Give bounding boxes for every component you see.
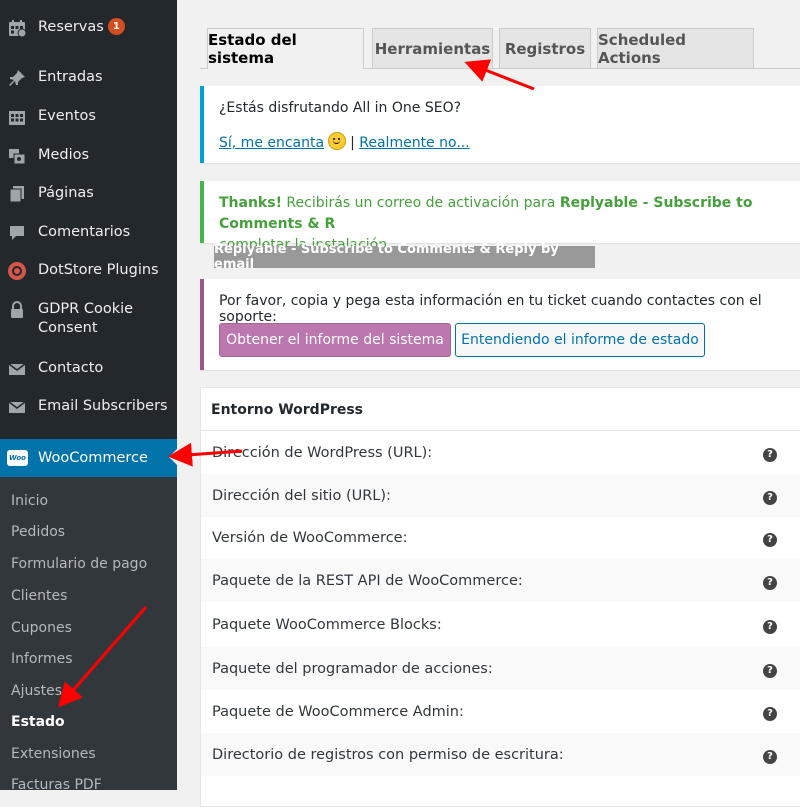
row-label: Dirección del sitio (URL): xyxy=(212,488,391,504)
table-row: Dirección del sitio (URL): ? xyxy=(201,474,800,517)
calendar-grid-icon xyxy=(7,107,27,127)
thanks-strong: Thanks! xyxy=(219,195,282,211)
submenu-item-clientes[interactable]: Clientes xyxy=(11,587,67,605)
sidebar-item-contacto[interactable]: Contacto xyxy=(0,359,177,379)
link-separator: | xyxy=(350,135,355,151)
active-menu-pointer xyxy=(169,449,177,465)
notice-question: ¿Estás disfrutando All in One SEO? xyxy=(219,100,462,116)
sidebar-item-label: Reservas xyxy=(38,19,104,35)
help-icon[interactable]: ? xyxy=(763,491,777,505)
table-row: Paquete WooCommerce Blocks: ? xyxy=(201,603,800,646)
sidebar-item-comentarios[interactable]: Comentarios xyxy=(0,223,177,243)
table-row: Versión de WooCommerce: ? xyxy=(201,516,800,559)
dotstore-icon xyxy=(7,261,27,281)
submenu-item-inicio[interactable]: Inicio xyxy=(11,492,48,510)
row-label: Paquete del programador de acciones: xyxy=(212,661,493,677)
help-icon[interactable]: ? xyxy=(763,750,777,764)
mail-icon xyxy=(7,397,27,417)
submenu-item-facturas-pdf[interactable]: Facturas PDF xyxy=(11,776,102,790)
replyable-tag: Replyable - Subscribe to Comments & Repl… xyxy=(214,242,595,272)
calendar-icon xyxy=(7,18,27,38)
submenu-item-informes[interactable]: Informes xyxy=(11,650,73,668)
sidebar-item-dotstore-plugins[interactable]: DotStore Plugins xyxy=(0,261,177,281)
update-count-badge: 1 xyxy=(107,18,125,35)
submenu-item-estado[interactable]: Estado xyxy=(11,713,65,731)
sidebar-item-eventos[interactable]: Eventos xyxy=(0,107,177,127)
wordpress-environment-table: Entorno WordPress Dirección de WordPress… xyxy=(200,387,800,807)
sidebar-item-label: Contacto xyxy=(38,360,104,376)
get-system-report-button[interactable]: Obtener el informe del sistema xyxy=(219,323,451,357)
comment-icon xyxy=(7,223,27,243)
help-icon[interactable]: ? xyxy=(763,620,777,634)
status-tabs: Estado del sistema Herramientas Registro… xyxy=(200,0,800,69)
table-row: Dirección de WordPress (URL): ? xyxy=(201,431,800,474)
media-icon xyxy=(7,146,27,166)
row-label: Directorio de registros con permiso de e… xyxy=(212,747,564,763)
sidebar-item-label: Páginas xyxy=(38,185,94,201)
row-label: Paquete de la REST API de WooCommerce: xyxy=(212,573,523,589)
smiley-icon xyxy=(328,132,347,150)
help-icon[interactable]: ? xyxy=(763,533,777,547)
submenu-item-formulario-de-pago[interactable]: Formulario de pago xyxy=(11,555,147,573)
submenu-item-ajustes[interactable]: Ajustes xyxy=(11,682,62,700)
sidebar-item-label: DotStore Plugins xyxy=(38,262,159,278)
table-row: Paquete de la REST API de WooCommerce: ? xyxy=(201,559,800,602)
sidebar-item-entradas[interactable]: Entradas xyxy=(0,68,177,88)
tab-registros[interactable]: Registros xyxy=(499,28,591,68)
replyable-activation-notice: Thanks! Recibirás un correo de activació… xyxy=(200,181,800,253)
sidebar-item-label: Comentarios xyxy=(38,224,131,240)
admin-sidebar: Reservas 1 Entradas Eventos Medios Página… xyxy=(0,0,177,790)
submenu-item-cupones[interactable]: Cupones xyxy=(11,619,72,637)
tab-herramientas[interactable]: Herramientas xyxy=(372,28,493,68)
mail-icon xyxy=(7,359,27,379)
sidebar-item-medios[interactable]: Medios xyxy=(0,146,177,166)
pin-icon xyxy=(7,68,27,88)
row-label: Paquete WooCommerce Blocks: xyxy=(212,617,442,633)
woocommerce-submenu: Inicio Pedidos Formulario de pago Client… xyxy=(0,477,177,790)
sidebar-item-label: Eventos xyxy=(38,108,96,124)
pages-icon xyxy=(7,184,27,204)
sidebar-item-woocommerce[interactable]: Woo WooCommerce xyxy=(0,439,177,477)
table-row: Paquete del programador de acciones: ? xyxy=(201,647,800,690)
tab-scheduled-actions[interactable]: Scheduled Actions xyxy=(597,28,754,68)
sidebar-item-label: Medios xyxy=(38,147,90,163)
row-label: Paquete de WooCommerce Admin: xyxy=(212,704,464,720)
help-icon[interactable]: ? xyxy=(763,576,777,590)
sidebar-item-label: Email Subscribers xyxy=(38,398,168,414)
support-instructions: Por favor, copia y pega esta información… xyxy=(219,293,762,325)
thanks-text: Recibirás un correo de activación para xyxy=(281,195,560,211)
row-label: Dirección de WordPress (URL): xyxy=(212,445,433,461)
submenu-item-extensiones[interactable]: Extensiones xyxy=(11,745,96,763)
not-really-link[interactable]: Realmente no... xyxy=(359,135,469,151)
tab-estado-del-sistema[interactable]: Estado del sistema xyxy=(207,28,364,69)
table-heading: Entorno WordPress xyxy=(201,388,800,431)
submenu-item-pedidos[interactable]: Pedidos xyxy=(11,523,65,541)
help-icon[interactable]: ? xyxy=(763,707,777,721)
sidebar-item-label: GDPR Cookie Consent xyxy=(38,301,134,336)
sidebar-item-gdpr-cookie-consent[interactable]: GDPR Cookie Consent xyxy=(0,300,177,338)
sidebar-item-email-subscribers[interactable]: Email Subscribers xyxy=(0,397,177,417)
sidebar-item-paginas[interactable]: Páginas xyxy=(0,184,177,204)
help-icon[interactable]: ? xyxy=(763,448,777,462)
understanding-status-report-button[interactable]: Entendiendo el informe de estado xyxy=(455,323,705,357)
row-label: Versión de WooCommerce: xyxy=(212,530,408,546)
woocommerce-logo-icon: Woo xyxy=(7,450,28,466)
support-info-notice: Por favor, copia y pega esta información… xyxy=(200,279,800,370)
table-row: Directorio de registros con permiso de e… xyxy=(201,733,800,776)
table-row: Paquete de WooCommerce Admin: ? xyxy=(201,690,800,733)
lock-icon xyxy=(7,300,27,320)
sidebar-item-label: WooCommerce xyxy=(38,450,148,466)
yes-love-it-link[interactable]: Sí, me encanta xyxy=(219,135,324,151)
help-icon[interactable]: ? xyxy=(763,664,777,678)
sidebar-item-reservas[interactable]: Reservas 1 xyxy=(0,18,177,38)
sidebar-item-label: Entradas xyxy=(38,69,103,85)
aioseo-review-notice: ¿Estás disfrutando All in One SEO? Sí, m… xyxy=(200,86,800,163)
